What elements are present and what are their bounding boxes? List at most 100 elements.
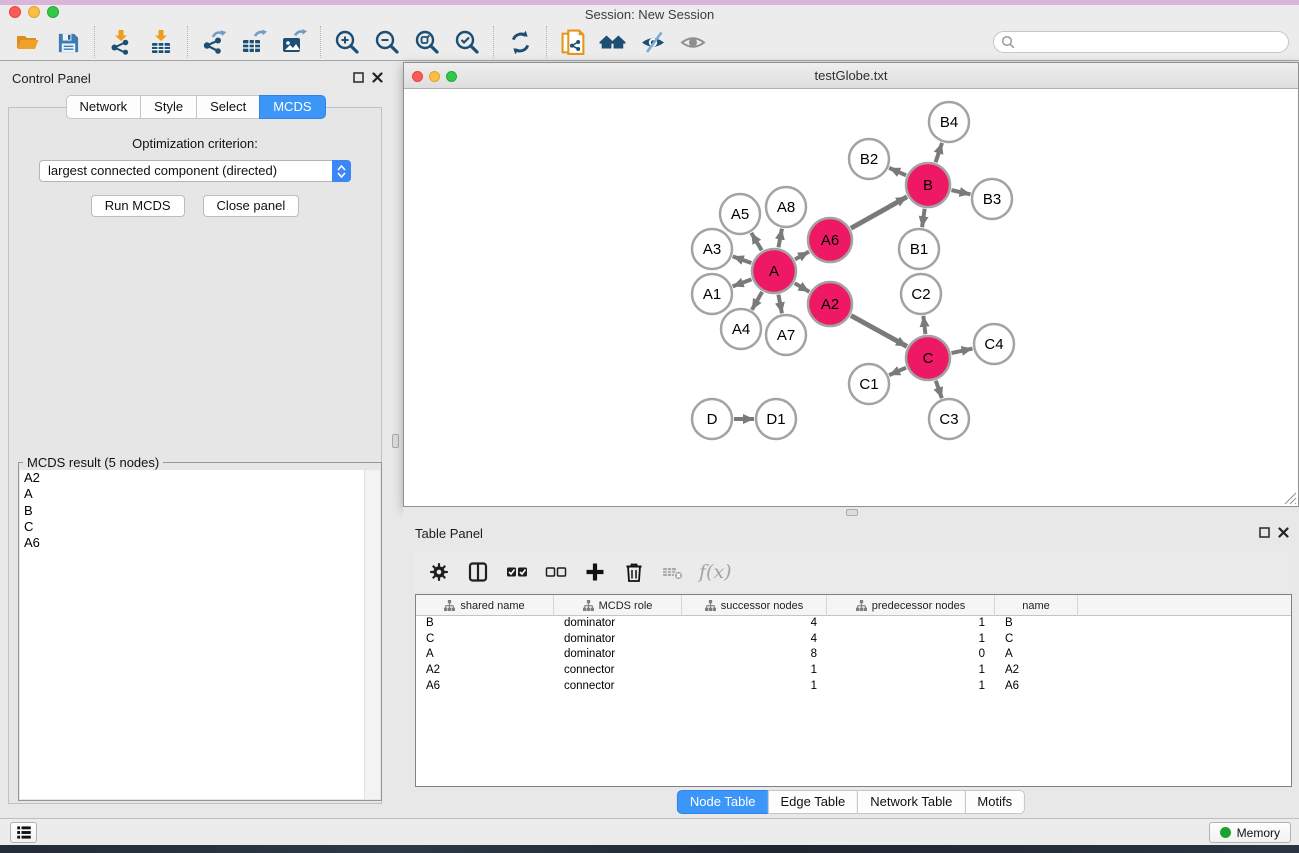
tab-style[interactable]: Style <box>140 95 197 119</box>
graph-node-A3[interactable]: A3 <box>692 229 732 269</box>
graph-edge-A-A2[interactable] <box>795 283 810 292</box>
hide-selected-button[interactable] <box>633 26 673 58</box>
float-panel-icon[interactable] <box>1259 527 1270 538</box>
column-header-name[interactable]: name <box>995 595 1078 616</box>
first-neighbors-button[interactable] <box>593 26 633 58</box>
refresh-layout-button[interactable] <box>500 26 540 58</box>
network-minimize-button[interactable] <box>429 71 440 82</box>
horizontal-splitter[interactable] <box>403 507 1299 518</box>
table-row[interactable]: Bdominator41B <box>416 616 1291 632</box>
graph-edge-A-A1[interactable] <box>733 279 752 286</box>
graph-edge-B-B2[interactable] <box>889 168 906 175</box>
column-header-MCDS-role[interactable]: MCDS role <box>554 595 682 616</box>
tab-network-table[interactable]: Network Table <box>857 790 965 814</box>
graph-node-A7[interactable]: A7 <box>766 315 806 355</box>
table-row[interactable]: Cdominator41C <box>416 632 1291 648</box>
tab-network[interactable]: Network <box>65 95 141 119</box>
graph-edge-A-A6[interactable] <box>795 252 809 260</box>
graph-node-A[interactable]: A <box>752 249 796 293</box>
graph-edge-A-A7[interactable] <box>778 295 782 314</box>
table-row[interactable]: Adominator80A <box>416 647 1291 663</box>
delete-column-button[interactable] <box>619 557 649 587</box>
import-table-button[interactable] <box>141 26 181 58</box>
graph-node-A1[interactable]: A1 <box>692 274 732 314</box>
unselect-all-columns-button[interactable] <box>541 557 571 587</box>
graph-edge-C-C3[interactable] <box>936 381 942 399</box>
graph-edge-A-A4[interactable] <box>752 292 762 310</box>
column-header-shared-name[interactable]: shared name <box>416 595 554 616</box>
graph-edge-A-A3[interactable] <box>733 256 752 263</box>
graph-edge-A6-B[interactable] <box>851 197 907 229</box>
zoom-fit-button[interactable] <box>407 26 447 58</box>
table-settings-button[interactable] <box>424 557 454 587</box>
column-header-predecessor-nodes[interactable]: predecessor nodes <box>827 595 995 616</box>
tab-motifs[interactable]: Motifs <box>964 790 1025 814</box>
graph-edge-A2-C[interactable] <box>851 316 907 347</box>
table-row[interactable]: A6connector11A6 <box>416 679 1291 695</box>
column-header-successor-nodes[interactable]: successor nodes <box>682 595 827 616</box>
network-close-button[interactable] <box>412 71 423 82</box>
list-item[interactable]: A6 <box>20 535 380 551</box>
close-panel-button[interactable]: Close panel <box>203 195 300 217</box>
graph-node-B3[interactable]: B3 <box>972 179 1012 219</box>
zoom-out-button[interactable] <box>367 26 407 58</box>
list-item[interactable]: A <box>20 486 380 502</box>
task-history-button[interactable] <box>10 822 37 843</box>
graph-node-C3[interactable]: C3 <box>929 399 969 439</box>
graph-edge-C-C4[interactable] <box>951 349 972 353</box>
create-column-button[interactable] <box>580 557 610 587</box>
graph-node-C[interactable]: C <box>906 336 950 380</box>
run-mcds-button[interactable]: Run MCDS <box>91 195 185 217</box>
graph-node-A5[interactable]: A5 <box>720 194 760 234</box>
network-maximize-button[interactable] <box>446 71 457 82</box>
graph-node-C4[interactable]: C4 <box>974 324 1014 364</box>
minimize-window-button[interactable] <box>28 6 40 18</box>
tab-select[interactable]: Select <box>196 95 260 119</box>
float-panel-icon[interactable] <box>353 72 364 83</box>
splitter-handle[interactable] <box>846 509 858 516</box>
show-columns-button[interactable] <box>463 557 493 587</box>
graph-edge-A-A8[interactable] <box>778 229 782 248</box>
export-network-button[interactable] <box>194 26 234 58</box>
list-item[interactable]: C <box>20 519 380 535</box>
table-row[interactable]: A2connector11A2 <box>416 663 1291 679</box>
import-network-button[interactable] <box>101 26 141 58</box>
graph-node-D[interactable]: D <box>692 399 732 439</box>
graph-node-B1[interactable]: B1 <box>899 229 939 269</box>
graph-node-C2[interactable]: C2 <box>901 274 941 314</box>
list-item[interactable]: B <box>20 503 380 519</box>
select-all-columns-button[interactable] <box>502 557 532 587</box>
graph-edge-B-B1[interactable] <box>922 209 925 227</box>
close-window-button[interactable] <box>9 6 21 18</box>
resize-grip-icon[interactable] <box>1284 492 1297 505</box>
optimization-criterion-select[interactable]: largest connected component (directed) <box>39 160 351 182</box>
close-panel-icon[interactable] <box>372 72 383 83</box>
result-scrollbar[interactable] <box>364 470 380 799</box>
graph-node-A6[interactable]: A6 <box>808 218 852 262</box>
list-item[interactable]: A2 <box>20 470 380 486</box>
graph-edge-C-C2[interactable] <box>923 316 925 334</box>
graph-edge-A-A5[interactable] <box>751 233 761 250</box>
network-canvas[interactable]: AA1A2A3A4A5A6A7A8BB1B2B3B4CC1C2C3C4DD1 <box>404 90 1298 506</box>
graph-edge-C-C1[interactable] <box>889 368 906 375</box>
graph-node-B2[interactable]: B2 <box>849 139 889 179</box>
zoom-in-button[interactable] <box>327 26 367 58</box>
show-graphics-details-button[interactable] <box>673 26 713 58</box>
search-input[interactable] <box>1020 35 1281 49</box>
graph-node-A4[interactable]: A4 <box>721 309 761 349</box>
graph-node-D1[interactable]: D1 <box>756 399 796 439</box>
save-session-button[interactable] <box>48 26 88 58</box>
zoom-selected-button[interactable] <box>447 26 487 58</box>
graph-edge-B-B4[interactable] <box>936 143 942 162</box>
network-window-titlebar[interactable]: testGlobe.txt <box>404 63 1298 89</box>
graph-edge-B-B3[interactable] <box>951 190 970 194</box>
clone-network-button[interactable] <box>553 26 593 58</box>
open-session-button[interactable] <box>8 26 48 58</box>
export-table-button[interactable] <box>234 26 274 58</box>
graph-node-A8[interactable]: A8 <box>766 187 806 227</box>
memory-button[interactable]: Memory <box>1209 822 1291 843</box>
export-image-button[interactable] <box>274 26 314 58</box>
graph-node-C1[interactable]: C1 <box>849 364 889 404</box>
maximize-window-button[interactable] <box>47 6 59 18</box>
graph-node-B[interactable]: B <box>906 163 950 207</box>
